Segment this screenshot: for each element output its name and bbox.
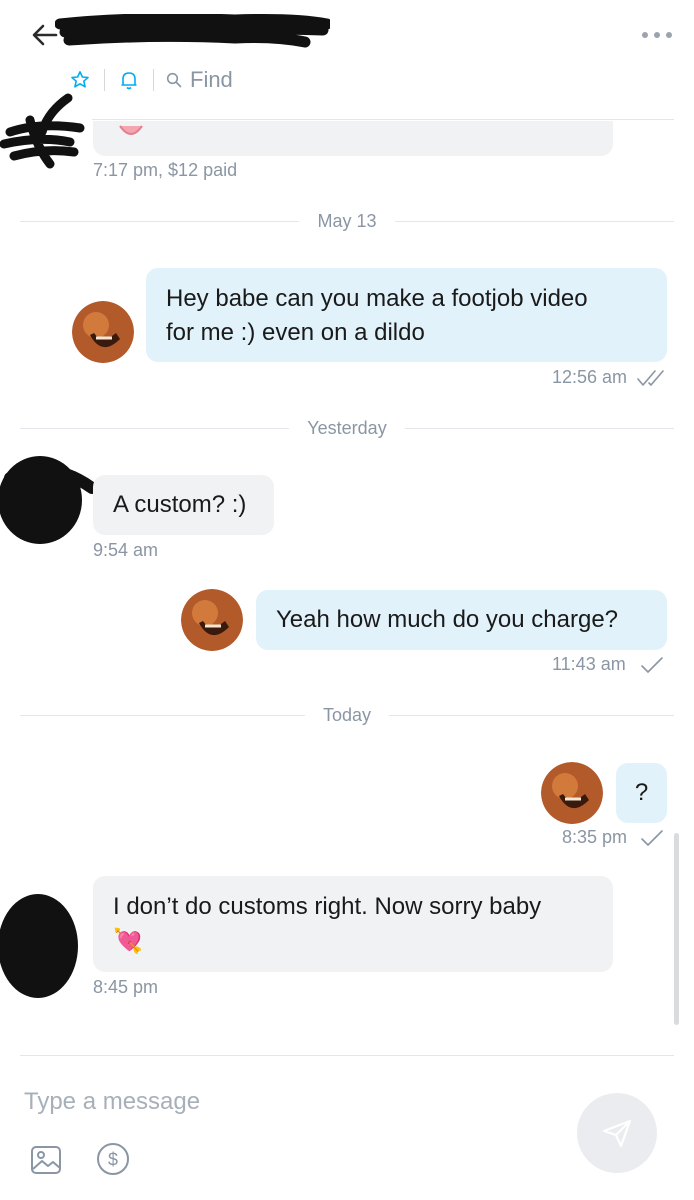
message-bubble-received: I don’t do customs right. Now sorry baby… xyxy=(93,876,613,972)
redacted-avatar xyxy=(0,894,78,998)
message-text: Yeah how much do you charge? xyxy=(276,606,619,633)
message-bubble-sent: Hey babe can you make a footjob video fo… xyxy=(146,268,667,362)
avatar[interactable] xyxy=(541,762,603,824)
toolbar-separator xyxy=(153,69,154,91)
message-text: ? xyxy=(634,779,649,806)
more-options-icon[interactable] xyxy=(640,28,674,42)
message-time: 9:54 am xyxy=(93,540,159,560)
message-time: 8:45 pm xyxy=(93,977,159,997)
message-text: A custom? :) xyxy=(113,491,247,518)
send-button[interactable] xyxy=(577,1093,657,1173)
message-time: 8:35 pm xyxy=(562,827,628,847)
toolbar-separator xyxy=(104,69,105,91)
star-icon[interactable] xyxy=(68,68,92,92)
find-button[interactable]: Find xyxy=(166,67,233,93)
date-label: May 13 xyxy=(317,210,377,231)
check-icon xyxy=(641,657,663,673)
check-icon xyxy=(641,830,663,846)
heart-emoji: 💘 xyxy=(113,927,143,955)
message-time: 12:56 am xyxy=(552,367,628,387)
date-separator: Yesterday xyxy=(20,416,674,440)
header-divider xyxy=(92,119,674,120)
message-bubble-received: A custom? :) xyxy=(93,475,274,535)
svg-text:$: $ xyxy=(108,1150,118,1170)
bell-icon[interactable] xyxy=(117,68,141,92)
message-text: I don’t do customs right. Now sorry baby xyxy=(113,893,542,920)
date-separator: May 13 xyxy=(20,209,674,233)
find-label: Find xyxy=(190,67,233,92)
emoji-icon xyxy=(119,125,143,135)
redacted-avatar xyxy=(0,93,85,169)
date-label: Today xyxy=(322,704,372,725)
message-time: 7:17 pm, $12 paid xyxy=(93,160,238,180)
scrollbar[interactable] xyxy=(674,833,679,1025)
send-icon xyxy=(602,1119,632,1148)
message-text-line: Hey babe can you make a footjob video xyxy=(166,285,588,312)
message-input[interactable] xyxy=(24,1082,544,1122)
message-time: 11:43 am xyxy=(552,654,626,674)
image-icon[interactable] xyxy=(30,1144,62,1176)
double-check-icon xyxy=(637,370,664,386)
chat-toolbar: Find xyxy=(68,62,233,98)
date-label: Yesterday xyxy=(307,417,387,438)
message-bubble-received xyxy=(93,121,613,156)
avatar[interactable] xyxy=(181,589,243,651)
message-bubble-sent: Yeah how much do you charge? xyxy=(256,590,667,650)
tip-dollar-icon[interactable]: $ xyxy=(96,1142,130,1176)
date-separator: Today xyxy=(20,703,675,727)
message-bubble-sent: ? xyxy=(616,763,667,823)
search-icon xyxy=(166,72,182,88)
avatar[interactable] xyxy=(72,301,134,363)
message-text-line: for me :) even on a dildo xyxy=(166,319,425,346)
redacted-username xyxy=(55,14,330,48)
redacted-avatar xyxy=(0,456,96,544)
composer-divider xyxy=(20,1055,674,1056)
